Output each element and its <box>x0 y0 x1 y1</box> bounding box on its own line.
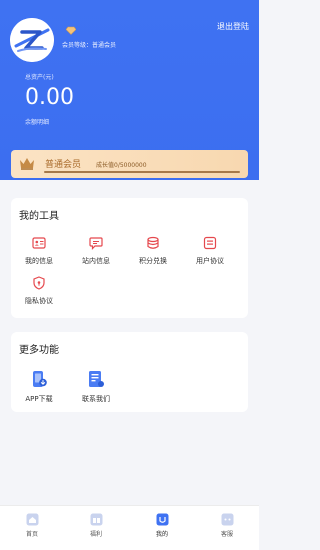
tab-label: 客服 <box>220 531 233 538</box>
logout-button[interactable]: 退出登陆 <box>217 21 249 32</box>
tab-mine[interactable]: 我的 <box>137 513 187 538</box>
tool-label: 用户协议 <box>196 257 224 265</box>
membership-card[interactable]: 普通会员 成长值0/5000000 <box>11 150 248 178</box>
gift-icon <box>90 513 102 526</box>
tab-customer-service[interactable]: 客服 <box>202 513 252 538</box>
function-label: APP下载 <box>25 395 53 403</box>
section-title: 更多功能 <box>19 345 59 356</box>
tab-label: 首页 <box>25 531 38 538</box>
home-icon <box>26 513 38 526</box>
id-card-icon <box>32 237 46 249</box>
section-title: 我的工具 <box>19 211 59 222</box>
app-download-icon <box>33 371 47 387</box>
app-download-button[interactable]: APP下载 <box>14 370 64 404</box>
growth-value: 成长值0/5000000 <box>96 162 147 169</box>
vip-diamond-icon <box>66 26 76 35</box>
tool-label: 积分兑换 <box>139 257 167 265</box>
agreement-icon <box>203 236 217 250</box>
tool-user-agreement[interactable]: 用户协议 <box>185 236 235 266</box>
tool-privacy-agreement[interactable]: 隐私协议 <box>14 276 64 306</box>
coin-stack-icon <box>147 236 159 249</box>
privacy-shield-icon <box>33 276 45 290</box>
balance-detail-link[interactable]: 余额明细 <box>25 117 49 126</box>
member-level-text: 会员等级：普通会员 <box>62 42 117 49</box>
tab-label: 我的 <box>155 531 168 538</box>
avatar[interactable] <box>10 18 54 62</box>
profile-icon <box>156 513 168 526</box>
membership-name: 普通会员 <box>45 160 82 170</box>
tab-label: 福利 <box>89 531 102 538</box>
contact-us-button[interactable]: 联系我们 <box>71 370 121 404</box>
brand-logo-icon <box>10 18 54 62</box>
total-assets-label: 总资产(元) <box>25 74 54 81</box>
message-icon <box>89 237 103 250</box>
contact-icon <box>89 371 104 387</box>
tab-home[interactable]: 首页 <box>7 513 57 538</box>
tool-label: 站内信息 <box>82 257 110 265</box>
tool-site-messages[interactable]: 站内信息 <box>71 236 121 266</box>
function-label: 联系我们 <box>82 395 110 403</box>
my-tools-card: 我的工具 我的信息 站内信息 积分兑换 用户协议 隐私协议 <box>11 198 248 318</box>
total-assets-value: 0.00 <box>25 85 74 110</box>
bottom-tab-bar: 首页 福利 我的 客服 <box>0 505 259 550</box>
tab-welfare[interactable]: 福利 <box>71 513 121 538</box>
crown-icon <box>20 158 34 170</box>
tool-label: 我的信息 <box>25 257 53 265</box>
tool-label: 隐私协议 <box>25 297 53 305</box>
tool-my-info[interactable]: 我的信息 <box>14 236 64 266</box>
tool-points-exchange[interactable]: 积分兑换 <box>128 236 178 266</box>
customer-service-icon <box>221 513 233 526</box>
more-functions-card: 更多功能 APP下载 联系我们 <box>11 332 248 412</box>
growth-progress-bar <box>44 171 240 173</box>
